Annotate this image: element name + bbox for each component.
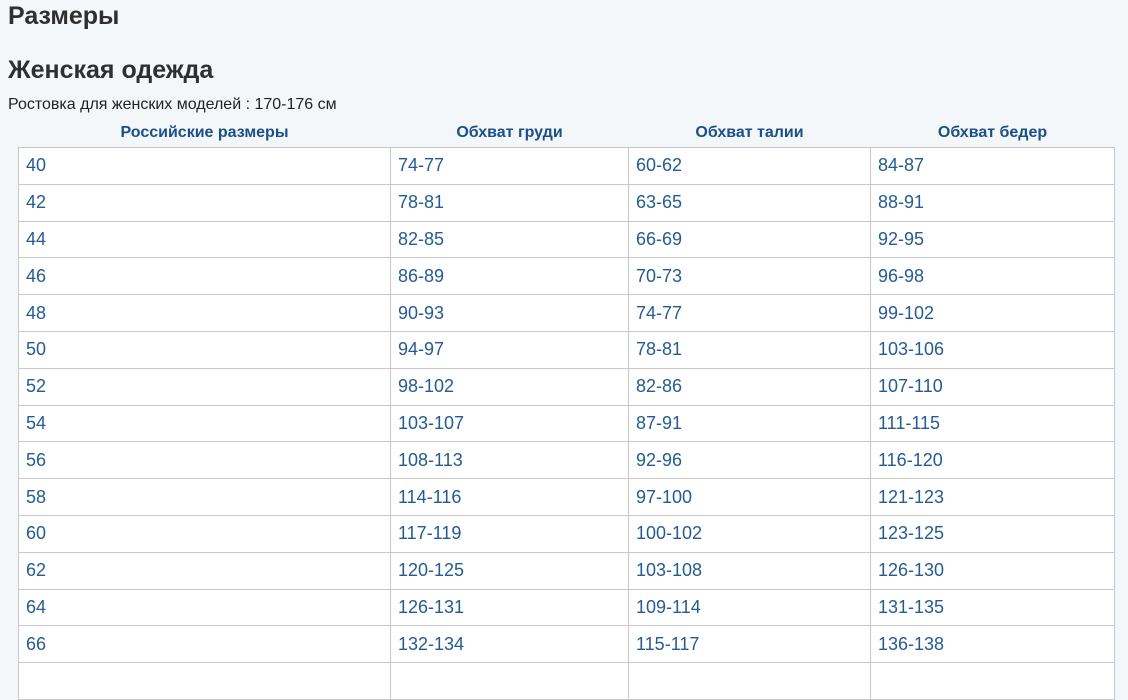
header-bust: Обхват груди xyxy=(456,124,563,141)
cell-russian-size: 62 xyxy=(18,551,391,590)
cell-bust: 90-93 xyxy=(390,294,629,332)
table-row: 58 114-116 97-100 121-123 xyxy=(18,478,1115,516)
table-row: 62 120-125 103-108 126-130 xyxy=(18,551,1115,590)
table-row: 64 126-131 109-114 131-135 xyxy=(18,588,1115,627)
cell-hips: 99-102 xyxy=(870,294,1115,332)
cell-hips: 103-106 xyxy=(870,330,1115,369)
cell-waist: 74-77 xyxy=(628,294,871,332)
cell-russian-size: 42 xyxy=(18,183,391,222)
cell-bust: 74-77 xyxy=(390,147,629,185)
cell-waist: 82-86 xyxy=(628,367,871,406)
cell-russian-size: 50 xyxy=(18,330,391,369)
cell-russian-size: 54 xyxy=(18,404,391,443)
cell-hips: 84-87 xyxy=(870,147,1115,185)
cell-waist: 78-81 xyxy=(628,330,871,369)
cell-waist: 109-114 xyxy=(628,588,871,627)
table-row: 46 86-89 70-73 96-98 xyxy=(18,257,1115,296)
cell-waist: 92-96 xyxy=(628,441,871,480)
cell-hips: 131-135 xyxy=(870,588,1115,627)
cell-bust: 117-119 xyxy=(390,514,629,553)
cell-bust: 86-89 xyxy=(390,257,629,296)
page-title: Размеры xyxy=(8,2,120,30)
section-title: Женская одежда xyxy=(8,56,214,84)
table-row: 48 90-93 74-77 99-102 xyxy=(18,294,1115,332)
cell-russian-size: 66 xyxy=(18,625,391,664)
table-body: 40 74-77 60-62 84-87 42 78-81 63-65 88-91 44 82-8… xyxy=(18,147,1115,700)
table-row: 56 108-113 92-96 116-120 xyxy=(18,441,1115,480)
cell-russian-size: 44 xyxy=(18,220,391,259)
cell-bust: 82-85 xyxy=(390,220,629,259)
cell-bust: 108-113 xyxy=(390,441,629,480)
cell-russian-size: 58 xyxy=(18,478,391,516)
table-row: 66 132-134 115-117 136-138 xyxy=(18,625,1115,664)
cell-bust: 126-131 xyxy=(390,588,629,627)
table-row xyxy=(18,662,1115,700)
cell-hips: 88-91 xyxy=(870,183,1115,222)
cell-hips: 92-95 xyxy=(870,220,1115,259)
cell-hips xyxy=(870,662,1115,700)
cell-bust: 132-134 xyxy=(390,625,629,664)
cell-russian-size: 48 xyxy=(18,294,391,332)
table-row: 54 103-107 87-91 111-115 xyxy=(18,404,1115,443)
cell-hips: 111-115 xyxy=(870,404,1115,443)
cell-waist xyxy=(628,662,871,700)
cell-bust: 94-97 xyxy=(390,330,629,369)
cell-hips: 107-110 xyxy=(870,367,1115,406)
table-row: 42 78-81 63-65 88-91 xyxy=(18,183,1115,222)
cell-waist: 87-91 xyxy=(628,404,871,443)
table-row: 50 94-97 78-81 103-106 xyxy=(18,330,1115,369)
cell-hips: 116-120 xyxy=(870,441,1115,480)
table-header-row: Российские размеры Обхват груди Обхват т… xyxy=(19,119,1115,148)
cell-waist: 115-117 xyxy=(628,625,871,664)
cell-russian-size: 46 xyxy=(18,257,391,296)
table-row: 40 74-77 60-62 84-87 xyxy=(18,147,1115,185)
cell-waist: 70-73 xyxy=(628,257,871,296)
table-row: 52 98-102 82-86 107-110 xyxy=(18,367,1115,406)
cell-russian-size xyxy=(18,662,391,700)
header-russian-size: Российские размеры xyxy=(120,124,289,141)
cell-russian-size: 64 xyxy=(18,588,391,627)
cell-bust: 114-116 xyxy=(390,478,629,516)
cell-waist: 63-65 xyxy=(628,183,871,222)
cell-waist: 100-102 xyxy=(628,514,871,553)
cell-russian-size: 52 xyxy=(18,367,391,406)
cell-bust: 78-81 xyxy=(390,183,629,222)
table-row: 44 82-85 66-69 92-95 xyxy=(18,220,1115,259)
cell-bust: 98-102 xyxy=(390,367,629,406)
cell-waist: 60-62 xyxy=(628,147,871,185)
header-hips: Обхват бедер xyxy=(937,124,1048,141)
table-row: 60 117-119 100-102 123-125 xyxy=(18,514,1115,553)
cell-hips: 136-138 xyxy=(870,625,1115,664)
cell-hips: 123-125 xyxy=(870,514,1115,553)
cell-bust: 103-107 xyxy=(390,404,629,443)
cell-bust: 120-125 xyxy=(390,551,629,590)
height-range-note: Ростовка для женских моделей : 170-176 с… xyxy=(8,96,337,113)
cell-hips: 121-123 xyxy=(870,478,1115,516)
cell-russian-size: 60 xyxy=(18,514,391,553)
cell-waist: 103-108 xyxy=(628,551,871,590)
cell-waist: 66-69 xyxy=(628,220,871,259)
header-waist: Обхват талии xyxy=(695,124,804,141)
cell-hips: 96-98 xyxy=(870,257,1115,296)
cell-bust xyxy=(390,662,629,700)
cell-waist: 97-100 xyxy=(628,478,871,516)
cell-hips: 126-130 xyxy=(870,551,1115,590)
cell-russian-size: 40 xyxy=(18,147,391,185)
size-chart-table: Российские размеры Обхват груди Обхват т… xyxy=(18,119,1115,700)
cell-russian-size: 56 xyxy=(18,441,391,480)
